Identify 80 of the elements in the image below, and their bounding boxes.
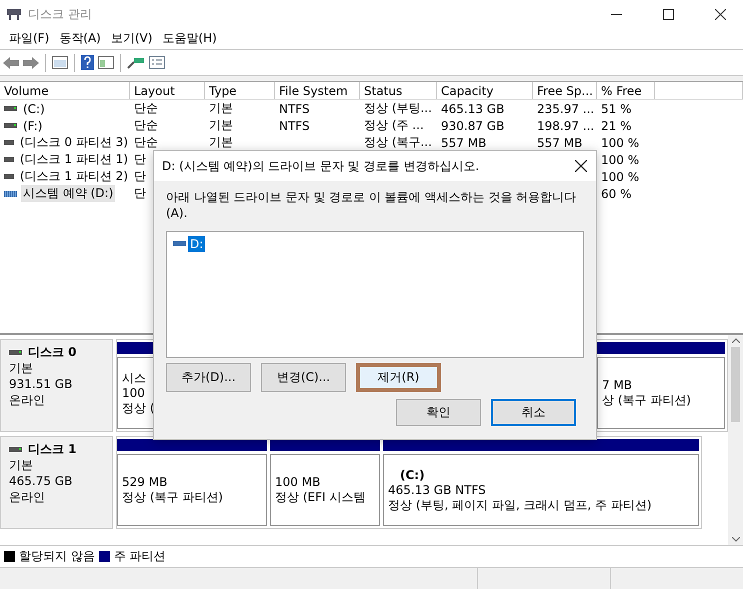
disk-size: 465.75 GB — [9, 473, 72, 489]
dialog-button[interactable]: 확인 — [396, 399, 481, 426]
partition-panel[interactable]: 529 MB 정상 (복구 파티션) — [117, 454, 267, 526]
dialog-button[interactable]: 추가(D)... — [166, 363, 251, 392]
partition-text: 정상 ( — [122, 400, 154, 416]
legend-label: 주 파티션 — [114, 548, 166, 565]
menu-item[interactable]: 파일(F) — [4, 30, 54, 47]
partition-panel[interactable]: 100 MB 정상 (EFI 시스템 — [270, 454, 380, 526]
table-cell: 정상 (부팅... — [364, 101, 432, 115]
partition-text: 100 — [122, 386, 145, 400]
drive-name[interactable]: (디스크 1 파티션 2) — [18, 168, 130, 185]
disk-size: 931.51 GB — [9, 376, 72, 392]
table-cell: 51 % — [601, 102, 632, 116]
partition-text: 7 MB — [602, 378, 632, 393]
table-cell: 단순 — [134, 101, 158, 115]
partition-text: 상 (복구 파티션) — [602, 393, 691, 408]
table-cell: 100 % — [601, 152, 640, 166]
window-title: 디스크 관리 — [28, 6, 93, 22]
partition-text: 시스 — [122, 370, 146, 386]
legend-label: 할당되지 않음 — [19, 548, 95, 565]
table-cell: 단순 — [134, 135, 158, 149]
drive-name[interactable]: (C:) — [21, 102, 47, 116]
disk-type: 기본 — [9, 457, 33, 473]
partition-text: 정상 (부팅, 페이지 파일, 크래시 덤프, 주 파티션) — [388, 498, 652, 512]
table-cell: 465.13 GB — [441, 102, 504, 116]
table-cell: 단 — [134, 169, 146, 183]
disk-status: 온라인 — [9, 489, 45, 505]
column-header[interactable]: Layout — [130, 82, 205, 99]
menu-item[interactable]: 보기(V) — [106, 30, 158, 47]
disk-name: 디스크 0 — [28, 344, 77, 360]
column-header[interactable]: Type — [205, 82, 275, 99]
disk-type: 기본 — [9, 360, 33, 376]
drive-name[interactable]: 시스템 예약 (D:) — [21, 185, 116, 202]
table-cell: 기본 — [209, 135, 233, 149]
disk-name: 디스크 1 — [28, 441, 77, 457]
column-header[interactable]: Free Sp... — [533, 82, 597, 99]
table-cell: 100 % — [601, 136, 640, 150]
drive-name[interactable]: (디스크 0 파티션 3) — [18, 134, 130, 151]
table-cell: 21 % — [601, 118, 632, 132]
table-cell: 557 MB — [537, 136, 582, 150]
table-cell: 단 — [134, 186, 146, 200]
table-cell: 557 MB — [441, 136, 486, 150]
drive-letter-list[interactable]: D: — [166, 231, 584, 358]
column-header[interactable]: Volume — [0, 82, 130, 99]
table-cell: 235.97 ... — [537, 102, 594, 116]
disk-status: 온라인 — [9, 392, 45, 408]
table-cell: 단 — [134, 152, 146, 166]
partition-text: 529 MB — [122, 475, 168, 490]
table-cell: 60 % — [601, 186, 632, 200]
menu-item[interactable]: 도움말(H) — [157, 30, 222, 47]
menu-item[interactable]: 동작(A) — [54, 30, 106, 47]
table-cell: NTFS — [279, 118, 310, 132]
partition-text: 정상 (복구 파티션) — [122, 490, 223, 505]
table-cell: 100 % — [601, 170, 640, 184]
partition-panel[interactable]: 7 MB 상 (복구 파티션) — [597, 357, 725, 429]
dialog-button[interactable]: 취소 — [491, 399, 576, 426]
partition-panel[interactable]: (C:) 465.13 GB NTFS 정상 (부팅, 페이지 파일, 크래시 덤프, 주 파티션) — [383, 454, 699, 526]
table-cell: 기본 — [209, 101, 233, 115]
drive-name[interactable]: (F:) — [21, 118, 44, 132]
partition-title: (C:) — [399, 468, 426, 482]
table-cell: 단순 — [134, 118, 158, 132]
column-header[interactable]: File System — [275, 82, 360, 99]
drive-name[interactable]: (디스크 1 파티션 1) — [18, 151, 130, 168]
table-cell: 기본 — [209, 118, 233, 132]
table-cell: 930.87 GB — [441, 118, 504, 132]
partition-text: 465.13 GB NTFS — [388, 482, 486, 498]
dialog-button[interactable]: 변경(C)... — [261, 363, 346, 392]
column-header[interactable]: Capacity — [437, 82, 533, 99]
list-item[interactable]: D: — [188, 236, 206, 252]
partition-text: 정상 (EFI 시스템 — [275, 490, 366, 505]
table-cell: 198.97 ... — [537, 118, 594, 132]
dialog-button[interactable]: 제거(R) — [356, 363, 441, 392]
column-header[interactable]: Status — [360, 82, 437, 99]
table-cell: 정상 (주 ... — [364, 118, 424, 132]
table-cell: NTFS — [279, 102, 310, 116]
table-cell: 정상 (복구... — [364, 135, 432, 149]
dialog-description: 아래 나열된 드라이브 문자 및 경로로 이 볼륨에 액세스하는 것을 허용합니다 (A). — [166, 189, 578, 221]
partition-text: 100 MB — [275, 475, 320, 490]
dialog-title: D: (시스템 예약)의 드라이브 문자 및 경로를 변경하십시오. — [162, 158, 480, 174]
column-header[interactable]: % Free — [597, 82, 655, 99]
